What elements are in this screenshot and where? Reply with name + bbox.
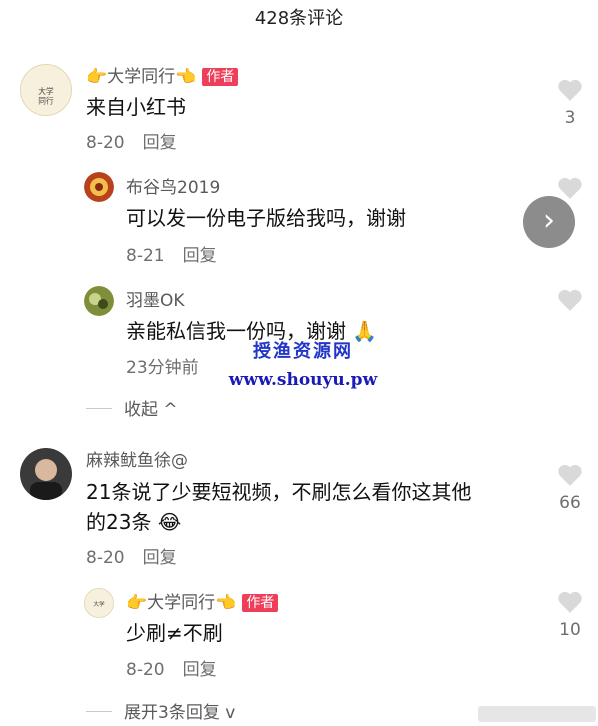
- svg-text:同行: 同行: [38, 95, 54, 105]
- like-count: 66: [559, 493, 581, 513]
- chevron-down-icon: v: [219, 703, 236, 723]
- commenter-name[interactable]: 麻辣鱿鱼徐@: [86, 450, 188, 472]
- chevron-right-icon: ›: [543, 203, 555, 238]
- reply-button[interactable]: 回复: [183, 660, 217, 680]
- expand-replies-button[interactable]: 展开3条回复 v: [86, 702, 235, 724]
- next-arrow-button[interactable]: ›: [523, 196, 575, 248]
- avatar[interactable]: 大学 同行: [20, 64, 72, 116]
- heart-icon: [558, 464, 582, 486]
- reply-button[interactable]: 回复: [143, 133, 177, 153]
- heart-icon: [558, 79, 582, 101]
- commenter-name[interactable]: 布谷鸟2019: [126, 177, 220, 199]
- like-button[interactable]: [550, 288, 590, 312]
- heart-icon: [558, 591, 582, 613]
- comment-text: 的23条 😂: [86, 510, 182, 534]
- comment-meta: 8-21 回复: [126, 245, 217, 267]
- like-count: 10: [559, 620, 581, 640]
- comments-count-title: 428条评论: [254, 8, 344, 29]
- svg-text:大学: 大学: [93, 600, 105, 608]
- commenter-name[interactable]: 👉大学同行👈 作者: [126, 592, 279, 614]
- avatar[interactable]: [84, 172, 114, 202]
- heart-icon: [558, 177, 582, 199]
- commenter-name[interactable]: 羽墨OK: [126, 290, 185, 312]
- comment-text: 可以发一份电子版给我吗，谢谢: [126, 206, 406, 230]
- comment-date: 8-21: [126, 246, 165, 266]
- comment-date: 8-20: [86, 133, 125, 153]
- like-button[interactable]: 10: [550, 590, 590, 640]
- chevron-up-icon: ^: [158, 400, 178, 420]
- collapse-replies-button[interactable]: 收起 ^: [86, 399, 178, 421]
- author-badge: 作者: [242, 594, 279, 612]
- comment-meta: 8-20 回复: [126, 659, 217, 681]
- laughing-emoji: 😂: [157, 510, 182, 534]
- commenter-name[interactable]: 👉大学同行👈 作者: [86, 66, 239, 88]
- watermark: 授渔资源网 www.shouyu.pw: [228, 341, 378, 390]
- svg-text:大学: 大学: [38, 86, 54, 96]
- comment-text: 少刷≠不刷: [126, 621, 223, 645]
- comment-text: 来自小红书: [86, 95, 186, 119]
- avatar[interactable]: 大学: [84, 588, 114, 618]
- blurred-watermark: [478, 706, 596, 722]
- avatar[interactable]: [20, 448, 72, 500]
- like-button[interactable]: 66: [550, 463, 590, 513]
- divider-line: [86, 408, 112, 409]
- divider-line: [86, 711, 112, 712]
- comment-text: 21条说了少要短视频，不刷怎么看你这其他: [86, 480, 472, 504]
- comment-meta: 8-20 回复: [86, 547, 177, 569]
- like-button[interactable]: 3: [550, 78, 590, 128]
- comment-date: 8-20: [86, 548, 125, 568]
- like-count: 3: [564, 108, 576, 128]
- comment-meta: 8-20 回复: [86, 132, 177, 154]
- comment-time: 23分钟前: [126, 358, 199, 378]
- heart-icon: [558, 289, 582, 311]
- author-badge: 作者: [202, 68, 239, 86]
- reply-button[interactable]: 回复: [143, 548, 177, 568]
- reply-button[interactable]: 回复: [183, 246, 217, 266]
- comment-date: 8-20: [126, 660, 165, 680]
- avatar[interactable]: [84, 286, 114, 316]
